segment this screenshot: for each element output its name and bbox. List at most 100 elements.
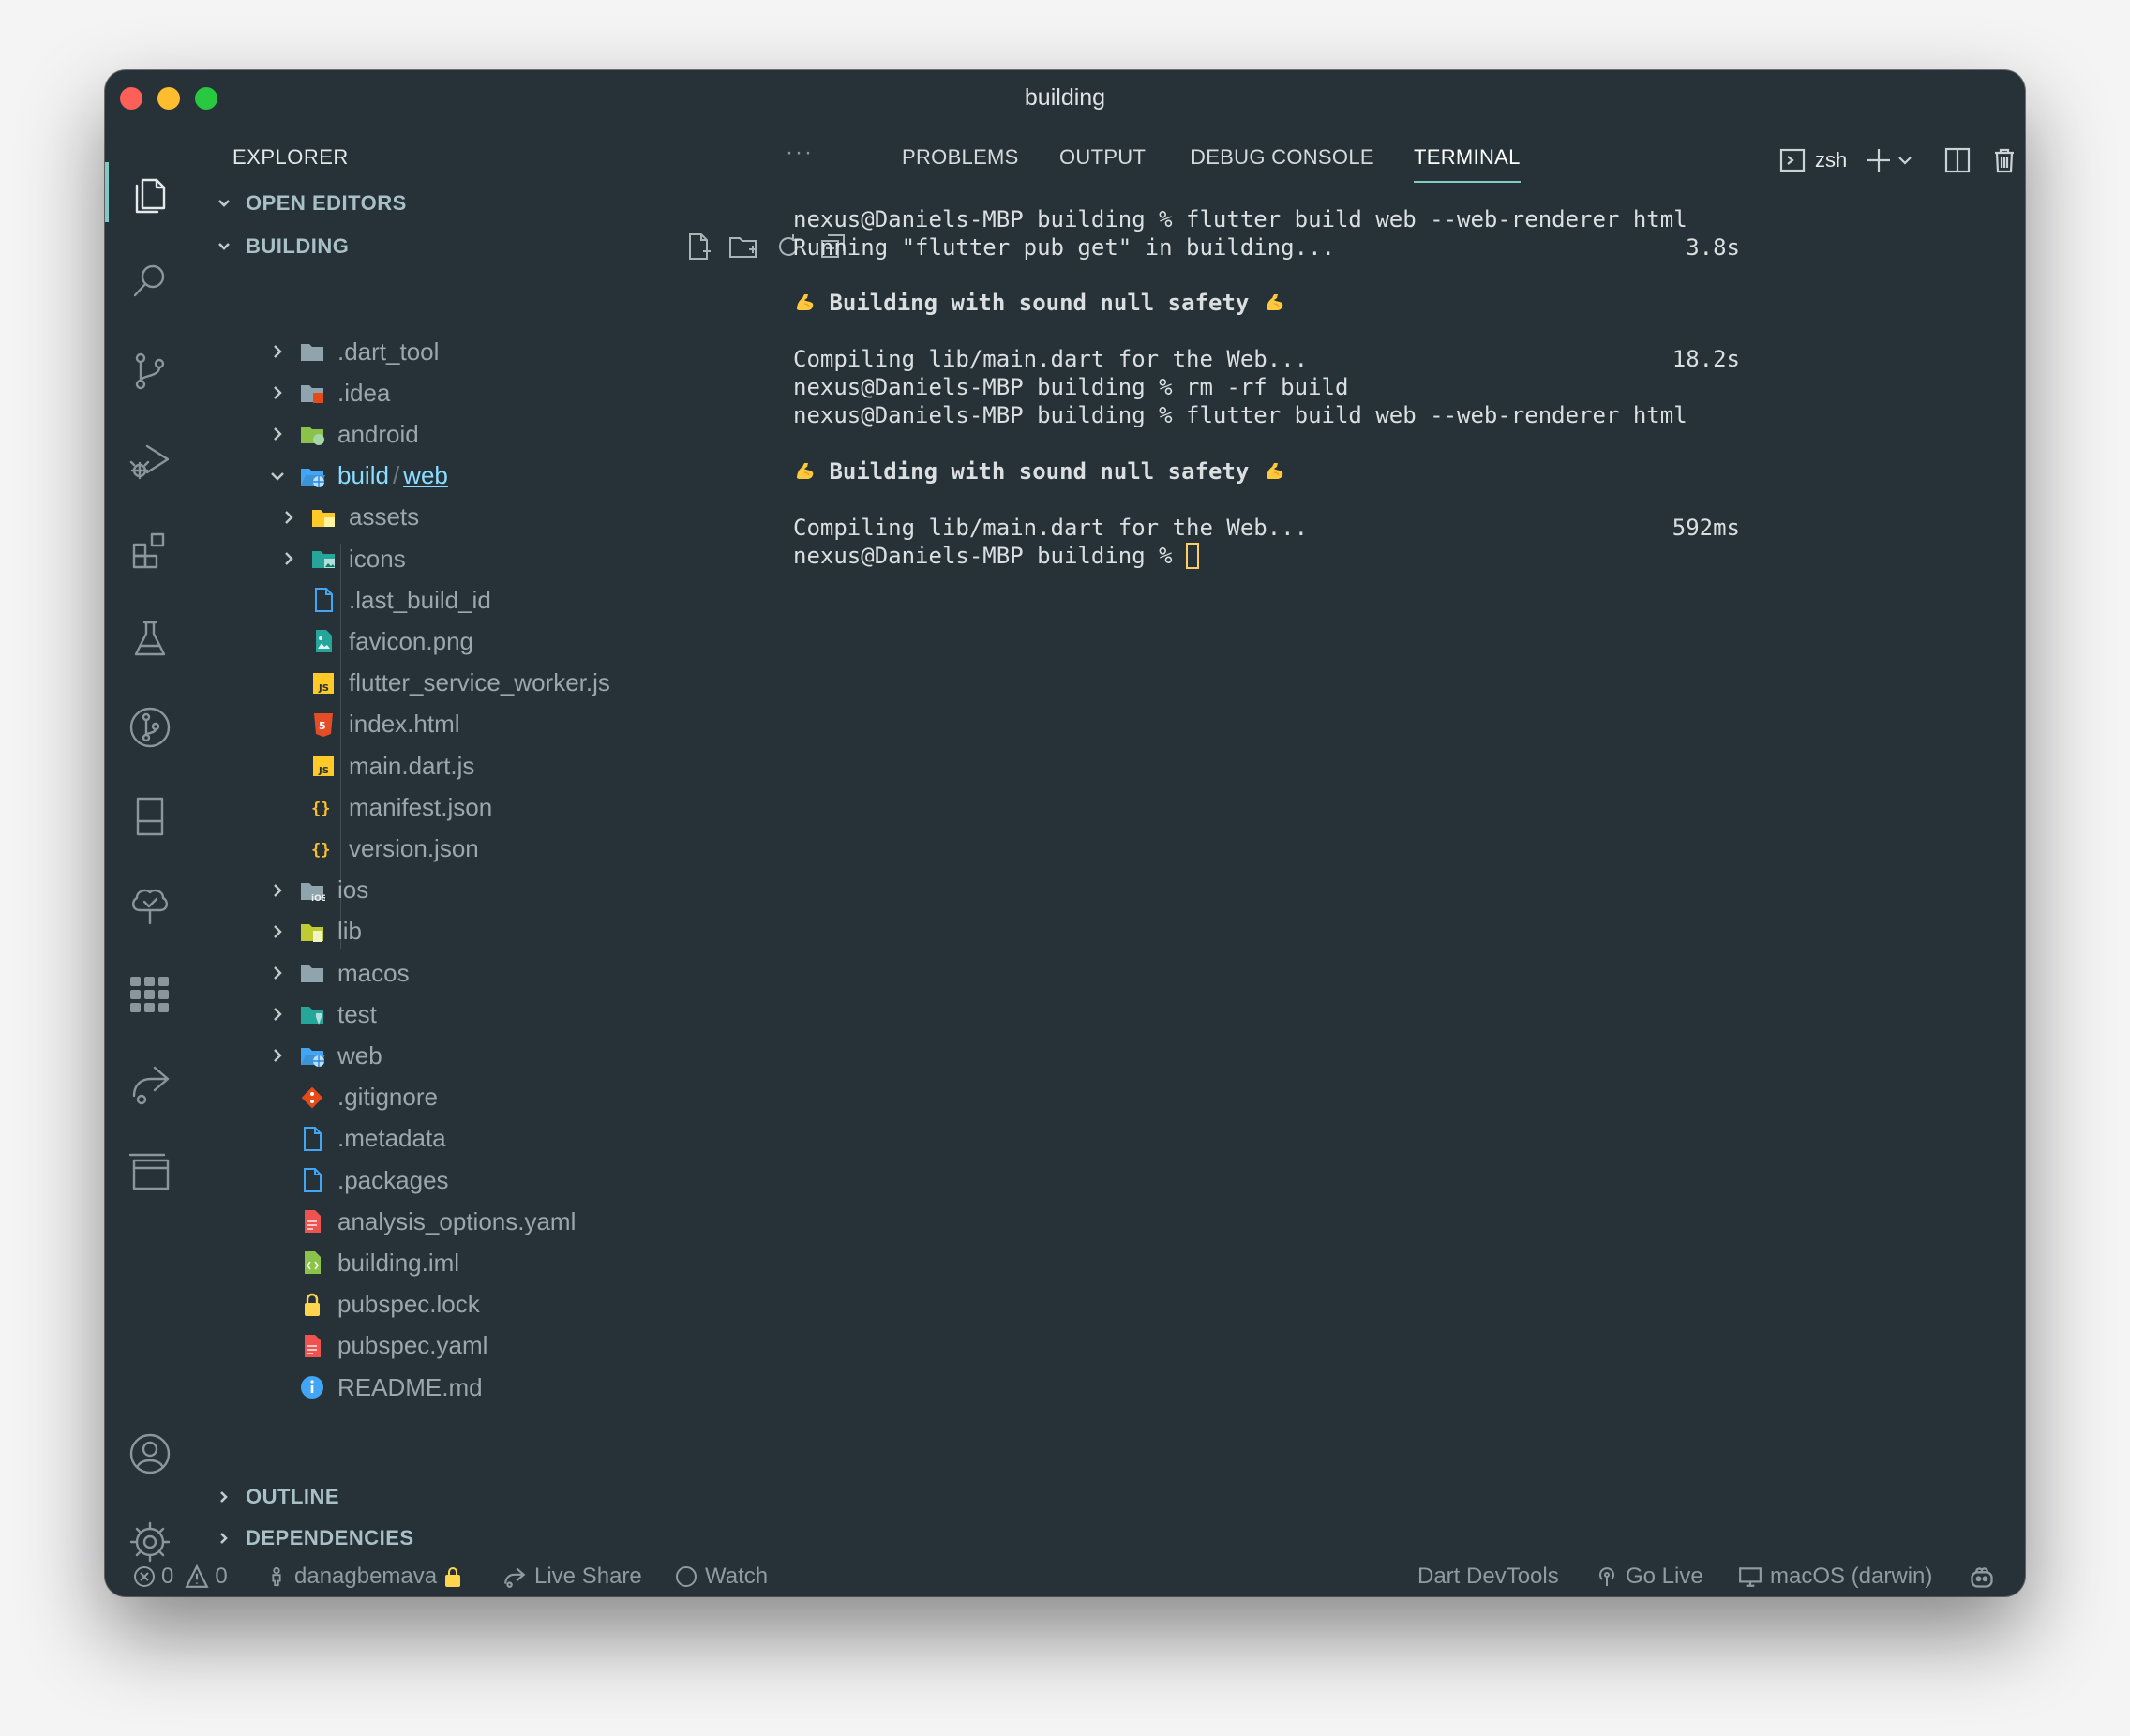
window-title: building xyxy=(1024,84,1106,111)
new-folder-icon[interactable] xyxy=(728,231,759,262)
git-icon xyxy=(298,1084,326,1112)
run-debug-icon xyxy=(129,444,170,480)
watch-status[interactable]: Watch xyxy=(675,1563,768,1591)
grid-apps-activity[interactable] xyxy=(105,957,195,1032)
live-share-activity[interactable] xyxy=(105,1046,195,1121)
chevron-down-icon xyxy=(218,200,230,207)
file-item[interactable]: JS flutter_service_worker.js xyxy=(195,663,851,704)
more-actions-icon[interactable]: ··· xyxy=(786,140,814,166)
terminal-line-text: nexus@Daniels-MBP building % xyxy=(793,543,1187,569)
explorer-activity[interactable] xyxy=(105,155,195,230)
file-item[interactable]: .gitignore xyxy=(195,1077,851,1118)
copilot-status[interactable] xyxy=(1969,1563,1995,1591)
folder-item[interactable]: iOS ios xyxy=(195,870,851,911)
folder-item[interactable]: test xyxy=(195,994,851,1035)
account-icon xyxy=(129,1433,171,1474)
file-item[interactable]: .last_build_id xyxy=(195,579,851,621)
new-terminal-button[interactable] xyxy=(1866,140,1912,181)
item-label: web xyxy=(338,1040,382,1070)
file-item[interactable]: README.md xyxy=(195,1367,851,1408)
yaml-icon xyxy=(298,1207,326,1235)
file-item[interactable]: JS main.dart.js xyxy=(195,745,851,786)
file-item[interactable]: favicon.png xyxy=(195,621,851,662)
file-item[interactable]: pubspec.yaml xyxy=(195,1325,851,1367)
outline-section[interactable]: OUTLINE xyxy=(195,1478,851,1516)
tree-check-activity[interactable] xyxy=(105,868,195,943)
tab-terminal[interactable]: TERMINAL xyxy=(1414,145,1521,183)
flexed-biceps-icon xyxy=(797,294,814,310)
folder-item[interactable]: .idea xyxy=(195,372,851,413)
accounts-activity[interactable] xyxy=(105,1416,195,1491)
item-label: index.html xyxy=(349,710,460,739)
github-person-icon xyxy=(272,1566,281,1587)
file-item[interactable]: analysis_options.yaml xyxy=(195,1201,851,1242)
file-item[interactable]: {} manifest.json xyxy=(195,786,851,828)
folder-item[interactable]: build / web xyxy=(195,456,851,497)
assets-folder-icon xyxy=(309,503,338,531)
item-label: version.json xyxy=(349,833,479,862)
tab-output[interactable]: OUTPUT xyxy=(1059,145,1146,170)
terminal-line: Running "flutter pub get" in building... xyxy=(793,234,1335,262)
folder-item[interactable]: icons xyxy=(195,538,851,579)
remote-explorer-activity[interactable] xyxy=(105,779,195,854)
account-status[interactable]: danagbemava xyxy=(266,1563,465,1591)
intellij-folder-icon xyxy=(298,379,326,407)
status-bar: 0 0 danagbemava Live Share Watch Dart De… xyxy=(105,1555,2025,1596)
file-item[interactable]: .metadata xyxy=(195,1118,851,1160)
terminal-line-text: Compiling lib/main.dart for the Web... xyxy=(793,346,1309,372)
folder-item[interactable]: .dart_tool xyxy=(195,331,851,372)
javascript-icon: JS xyxy=(309,669,338,697)
terminal-shell-selector[interactable]: zsh xyxy=(1779,140,1847,181)
item-label: flutter_service_worker.js xyxy=(349,668,610,697)
split-terminal-button[interactable] xyxy=(1944,140,1971,181)
explorer-title: EXPLORER xyxy=(232,145,349,169)
panel-window-activity[interactable] xyxy=(105,1135,195,1210)
extensions-activity[interactable] xyxy=(105,512,195,587)
item-label: .idea xyxy=(338,378,391,407)
grid-apps-icon xyxy=(130,977,169,1012)
file-item[interactable]: pubspec.lock xyxy=(195,1284,851,1325)
svg-text:JS: JS xyxy=(318,766,329,776)
tab-problems[interactable]: PROBLEMS xyxy=(902,145,1019,170)
tree-check-icon xyxy=(132,889,168,925)
chevron-right-icon xyxy=(274,1008,282,1022)
go-live-status[interactable]: Go Live xyxy=(1596,1563,1703,1591)
json-icon: {} xyxy=(309,793,338,821)
terminal-line: Building with sound null safety xyxy=(793,458,1285,486)
device-status[interactable]: macOS (darwin) xyxy=(1738,1563,1932,1591)
folder-item[interactable]: web xyxy=(195,1035,851,1076)
tab-debug-console[interactable]: DEBUG CONSOLE xyxy=(1191,145,1374,170)
live-share-status[interactable]: Live Share xyxy=(502,1563,642,1591)
workspace-section[interactable]: BUILDING xyxy=(195,228,851,265)
folder-item[interactable]: lib xyxy=(195,911,851,952)
json-icon: {} xyxy=(309,834,338,862)
lock-key-icon xyxy=(445,1567,461,1587)
file-item[interactable]: .packages xyxy=(195,1160,851,1201)
yaml-icon xyxy=(298,1332,326,1360)
git-graph-activity[interactable] xyxy=(105,690,195,765)
search-icon xyxy=(133,264,165,297)
dependencies-section[interactable]: DEPENDENCIES xyxy=(195,1519,851,1557)
file-item[interactable]: building.iml xyxy=(195,1242,851,1283)
chevron-right-icon xyxy=(274,966,282,980)
open-editors-section[interactable]: OPEN EDITORS xyxy=(195,185,851,222)
chevron-right-icon xyxy=(274,883,282,897)
lock-icon xyxy=(298,1291,326,1319)
problems-status[interactable]: 0 0 xyxy=(133,1563,228,1591)
file-item[interactable]: {} version.json xyxy=(195,828,851,869)
path-segment: web xyxy=(403,461,448,490)
terminal-output[interactable]: nexus@Daniels-MBP building % flutter bui… xyxy=(793,200,2012,1531)
folder-item[interactable]: android xyxy=(195,413,851,455)
kill-terminal-button[interactable] xyxy=(1991,140,2018,181)
source-control-activity[interactable] xyxy=(105,333,195,408)
folder-item[interactable]: assets xyxy=(195,497,851,538)
dart-devtools-status[interactable]: Dart DevTools xyxy=(1418,1563,1559,1591)
terminal-line: nexus@Daniels-MBP building % rm -rf buil… xyxy=(793,374,1348,402)
files-icon xyxy=(135,178,166,214)
folder-item[interactable]: macos xyxy=(195,952,851,994)
run-debug-activity[interactable] xyxy=(105,423,195,498)
new-file-icon[interactable] xyxy=(682,231,714,262)
file-item[interactable]: 5 index.html xyxy=(195,704,851,745)
testing-activity[interactable] xyxy=(105,601,195,676)
search-activity[interactable] xyxy=(105,244,195,319)
